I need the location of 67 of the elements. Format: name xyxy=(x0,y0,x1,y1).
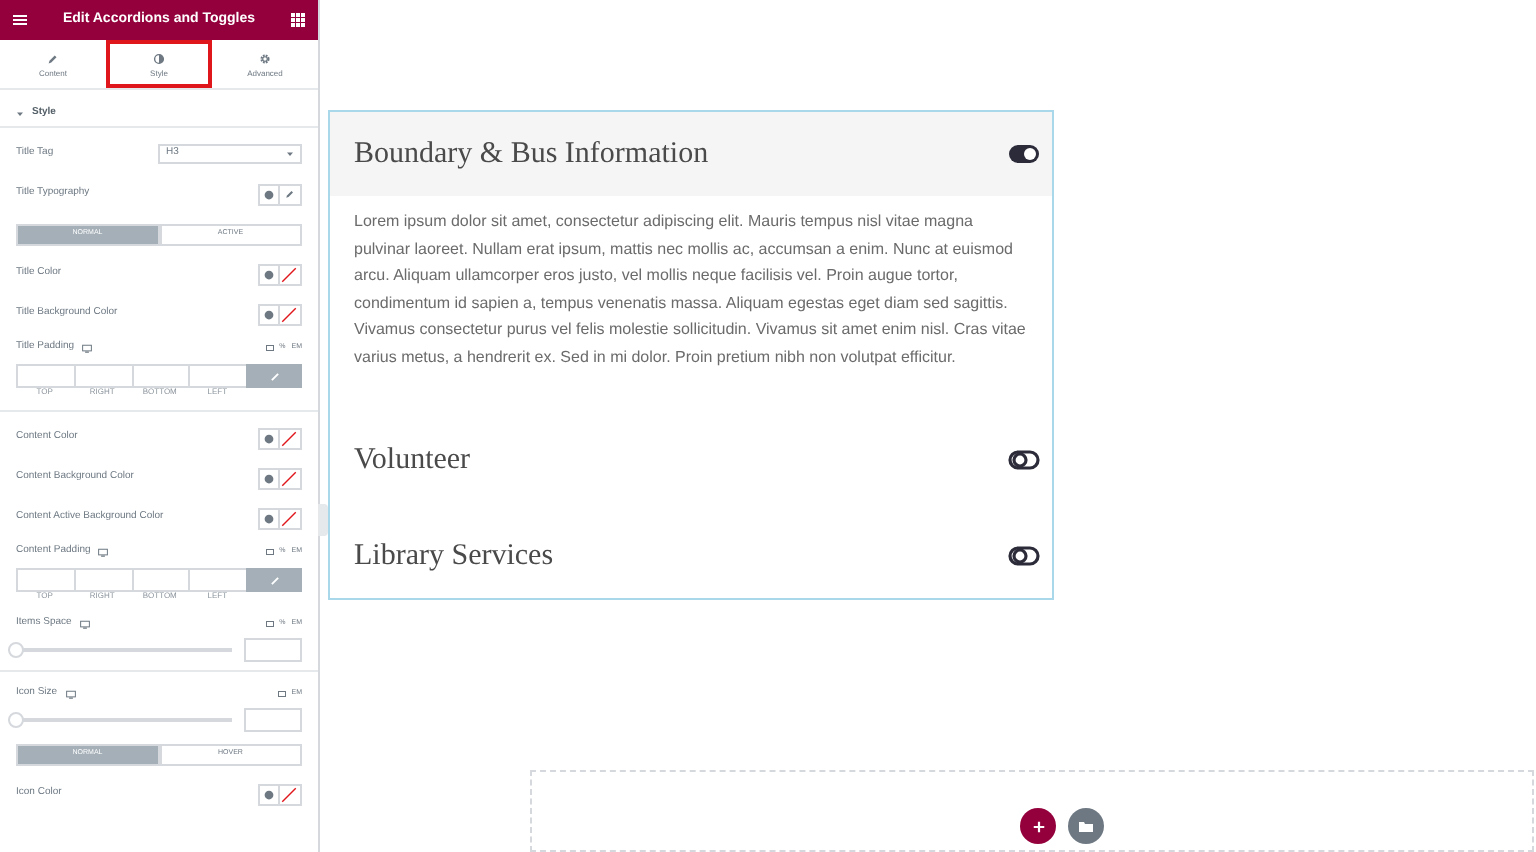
dimension-input[interactable] xyxy=(131,568,189,592)
color-swatch[interactable] xyxy=(280,263,302,285)
plus-icon xyxy=(1031,819,1045,833)
global-button[interactable] xyxy=(258,783,280,805)
monitor-icon xyxy=(65,689,76,699)
color-swatch[interactable] xyxy=(280,783,302,805)
slider-thumb[interactable] xyxy=(8,712,24,728)
px-unit-icon xyxy=(265,344,274,352)
unset-icon xyxy=(280,509,298,527)
globe-icon xyxy=(264,269,274,279)
globe-icon xyxy=(264,309,274,319)
folder-icon xyxy=(1078,818,1094,834)
slider-thumb[interactable] xyxy=(8,642,24,658)
dimension-input[interactable] xyxy=(16,568,74,592)
dimension-input[interactable] xyxy=(73,568,131,592)
global-button[interactable] xyxy=(258,303,280,325)
number-input[interactable] xyxy=(244,638,302,662)
dimension-input[interactable] xyxy=(16,364,74,388)
add-section-button[interactable] xyxy=(1020,808,1056,844)
unset-icon xyxy=(280,469,298,487)
monitor-icon xyxy=(98,547,109,557)
unset-icon xyxy=(280,785,298,803)
number-input[interactable] xyxy=(244,708,302,732)
pencil-icon xyxy=(46,51,60,65)
dimension-input[interactable] xyxy=(73,364,131,388)
gear-icon xyxy=(258,51,272,65)
accordion-header[interactable]: Boundary & Bus Information xyxy=(330,112,1052,196)
global-button[interactable] xyxy=(258,507,280,529)
color-swatch[interactable] xyxy=(280,467,302,489)
accordion-content: Lorem ipsum dolor sit amet, consectetur adipiscing elit. Mauris tempus nisl vitae magna pulvinar laoreet. Nullam erat ipsum, mattis nec mollis ac, accumsan a enim. Nunc at euismod arcu. Aliquam ullamcorper eros justo, vel mollis neque facilisis vel. Proin augue tortor, condimentum id sapien a, tempus venenatis massa. Aliquam egestas eget diam sed sagittis. Vivamus consectetur purus vel felis molestie sollicitudin. Vivamus sit amet enim nisl. Cras vitae varius metus, a hendrerit ex. Sed in mi dolor. Proin pretium nibh non volutpat efficitur. xyxy=(354,210,1028,370)
link-icon xyxy=(269,371,279,381)
toggle-off-icon xyxy=(1008,546,1040,566)
monitor-icon xyxy=(79,619,90,629)
grid-icon xyxy=(290,12,306,28)
global-button[interactable] xyxy=(258,263,280,285)
color-swatch[interactable] xyxy=(280,427,302,449)
contrast-icon xyxy=(152,51,166,65)
link-icon xyxy=(269,575,279,585)
link-button[interactable] xyxy=(246,568,302,592)
color-swatch[interactable] xyxy=(280,303,302,325)
globe-icon xyxy=(264,433,274,443)
px-unit-icon xyxy=(277,690,286,698)
unset-icon xyxy=(280,265,298,283)
edit-button[interactable] xyxy=(280,183,302,205)
color-swatch[interactable] xyxy=(280,507,302,529)
pencil-icon xyxy=(284,188,296,200)
unset-icon xyxy=(280,305,298,323)
unset-icon xyxy=(280,429,298,447)
globe-icon xyxy=(264,189,274,199)
caret-icon xyxy=(286,150,294,158)
monitor-icon xyxy=(82,343,92,353)
px-unit-icon xyxy=(265,548,274,556)
link-button[interactable] xyxy=(246,364,302,388)
dimension-input[interactable] xyxy=(131,364,189,388)
caret-icon xyxy=(16,109,24,117)
globe-icon xyxy=(264,473,274,483)
px-unit-icon xyxy=(265,620,274,628)
toggle-on-icon xyxy=(1008,144,1040,164)
global-button[interactable] xyxy=(258,183,280,205)
globe-icon xyxy=(264,513,274,523)
toggle-off-icon xyxy=(1008,450,1040,470)
menu-icon xyxy=(12,12,28,28)
template-button[interactable] xyxy=(1068,808,1104,844)
global-button[interactable] xyxy=(258,427,280,449)
collapse-handle[interactable] xyxy=(318,504,328,536)
global-button[interactable] xyxy=(258,467,280,489)
globe-icon xyxy=(264,789,274,799)
